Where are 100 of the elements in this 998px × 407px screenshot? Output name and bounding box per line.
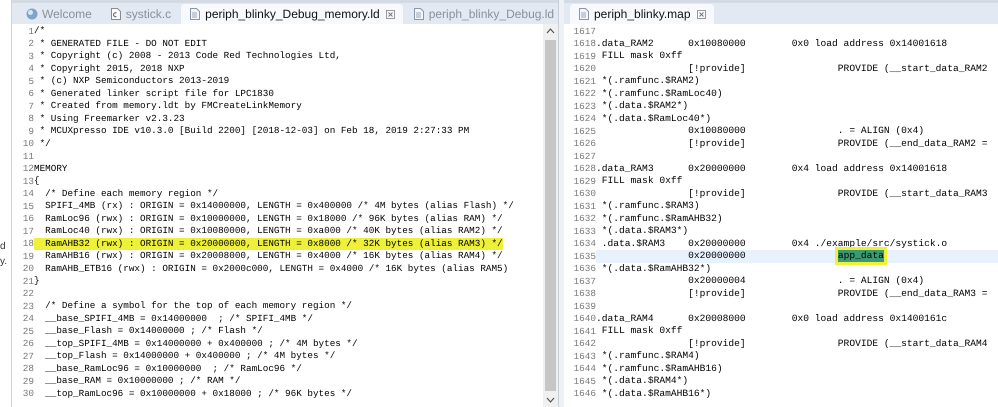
code-line: __base_SPIFI_4MB = 0x14000000 ; /* SPIFI_4MB */ (44, 312, 313, 325)
close-icon[interactable] (696, 10, 706, 18)
line-number: 30 (22, 387, 34, 400)
line-number: 17 (22, 224, 34, 238)
code-line: * Copyright 2015, 2018 NXP (38, 62, 185, 75)
editor-tab[interactable]: periph_blinky_Debug.ld (404, 4, 558, 24)
line-number: 19 (22, 250, 34, 263)
line-number: 27 (22, 350, 34, 363)
line-number: 1636 (572, 262, 596, 276)
code-line: *(.data.$RAM4*) (600, 375, 688, 388)
code-line: __base_RAM = 0x10000000 ; /* RAM */ (44, 375, 240, 388)
code-line: FILL mask 0xff (600, 50, 682, 62)
line-number: 3 (27, 50, 34, 63)
line-number: 1633 (572, 224, 596, 238)
panel-text: d (0, 240, 7, 253)
editor-tab[interactable]: systick.c (102, 4, 180, 24)
line-number: 24 (22, 312, 34, 326)
code-line: .data.$RAM3 0x20000000 0x4 ./example/src/systick.o (600, 238, 948, 250)
line-number: 1630 (572, 187, 596, 200)
code-line: 0x20000000 (687, 250, 747, 262)
line-number: 1624 (572, 112, 596, 126)
code-line: [!provide] PROVIDE (__end_data_RAM2 = (687, 138, 988, 150)
code-line: *(.data.$RamLoc40*) (600, 112, 712, 125)
highlighted-text: app_data (838, 250, 884, 262)
code-line: 0x20000004 . = ALIGN (0x4) (687, 275, 924, 288)
code-line: *(.data.$RamAHB16*) (600, 388, 712, 400)
line-number: 16 (22, 212, 34, 226)
code-line: *(.ramfunc.$RAM4) (600, 350, 700, 362)
line-number: 8 (27, 112, 34, 126)
code-line: .data_RAM2 0x10080000 0x0 load address 0x14001618 (596, 38, 948, 50)
line-number: 15 (22, 200, 34, 213)
code-line: /* Define a symbol for the top of each memory region */ (44, 300, 352, 312)
line-number: 1627 (572, 150, 596, 163)
code-line: *(.ramfunc.$RamAHB32) (600, 212, 723, 225)
line-number: 4 (27, 62, 34, 76)
line-number: 21 (22, 274, 34, 288)
line-number: 1632 (572, 212, 596, 226)
scroll-up-icon[interactable] (546, 28, 555, 34)
line-number: 1622 (572, 87, 596, 100)
code-line: __top_RamLoc96 = 0x10000000 + 0x18000 ; /* 96K bytes */ (44, 388, 352, 400)
code-line: * Created from memory.ldt by FMCreateLinkMemory (38, 100, 302, 112)
line-number: 1638 (572, 287, 596, 300)
line-number: 1635 (572, 250, 596, 263)
line-number: 1 (27, 24, 34, 38)
line-number: 1619 (572, 50, 596, 63)
line-number: 1620 (572, 62, 596, 76)
line-number: 23 (22, 300, 34, 313)
line-number: 1646 (572, 387, 596, 400)
line-number: 1642 (572, 337, 596, 350)
code-line: RamAHB16 (rwx) : ORIGIN = 0x20008000, LENGTH = 0x4000 /* 16K bytes (alias RAM4) */ (44, 250, 503, 262)
line-number: 1626 (572, 137, 596, 150)
code-line: } (34, 275, 40, 288)
editor-tab[interactable]: periph_blinky_Debug_memory.ld (181, 4, 403, 24)
line-number: 14 (22, 187, 34, 200)
code-line: { (34, 175, 40, 188)
line-number: 22 (22, 287, 34, 300)
line-number: 25 (22, 324, 34, 338)
code-line: */ (38, 138, 51, 150)
line-number: 1637 (572, 274, 596, 288)
panel-text: y. (0, 255, 8, 268)
close-icon[interactable] (386, 10, 395, 18)
code-line: RamLoc96 (rwx) : ORIGIN = 0x10000000, LENGTH = 0x18000 /* 96K bytes (alias RAM) */ (44, 212, 503, 225)
editor-tab[interactable]: periph_blinky.map (570, 4, 714, 24)
line-number: 11 (22, 150, 34, 163)
code-line: *(.ramfunc.$RAM3) (600, 200, 700, 212)
code-line: /* (34, 25, 46, 38)
scroll-thumb[interactable] (545, 40, 556, 391)
file-icon (578, 8, 590, 20)
code-line: *(.data.$RAM3*) (600, 225, 688, 238)
code-line: SPIFI_4MB (rx) : ORIGIN = 0x14000000, LENGTH = 0x400000 /* 4M bytes (alias Flash) */ (44, 200, 514, 212)
code-line: __top_SPIFI_4MB = 0x14000000 + 0x400000 ; /* 4M bytes */ (44, 338, 358, 350)
code-line: /* Define each memory region */ (44, 188, 218, 200)
file-icon (189, 8, 202, 20)
editor-tab[interactable]: Welcome (18, 4, 100, 24)
scrollbar[interactable] (543, 24, 558, 407)
line-number: 1644 (572, 362, 596, 376)
line-number: 1645 (572, 374, 596, 388)
line-number: 1631 (572, 200, 596, 213)
code-line: * Using Freemarker v2.3.23 (38, 112, 185, 125)
file-icon (412, 8, 425, 20)
line-number: 12 (22, 162, 34, 176)
code-line: __base_RamLoc96 = 0x10000000 ; /* RamLoc96 */ (44, 362, 302, 375)
line-number: 1640 (572, 312, 596, 326)
line-number: 20 (22, 262, 34, 276)
scroll-down-icon[interactable] (546, 397, 555, 403)
code-line: [!provide] PROVIDE (__start_data_RAM3 (687, 188, 988, 200)
code-line: FILL mask 0xff (600, 175, 682, 188)
code-line: RamAHB_ETB16 (rwx) : ORIGIN = 0x2000c000, LENGTH = 0x4000 /* 16K bytes (alias RAM5) (44, 262, 508, 275)
line-number: 1618 (572, 37, 596, 50)
c-file-icon (110, 8, 122, 20)
code-line: *(.data.$RAM2*) (600, 100, 688, 112)
line-number: 9 (27, 124, 34, 138)
line-number: 1643 (572, 350, 596, 363)
code-line: __base_Flash = 0x14000000 ; /* Flash */ (44, 325, 263, 338)
code-line: *(.ramfunc.$RAM2) (600, 75, 700, 88)
line-number: 7 (27, 100, 34, 113)
line-number: 1617 (572, 24, 596, 38)
code-line: * GENERATED FILE - DO NOT EDIT (38, 38, 207, 50)
code-line: * Generated linker script file for LPC1830 (38, 88, 274, 100)
line-number: 29 (22, 374, 34, 388)
